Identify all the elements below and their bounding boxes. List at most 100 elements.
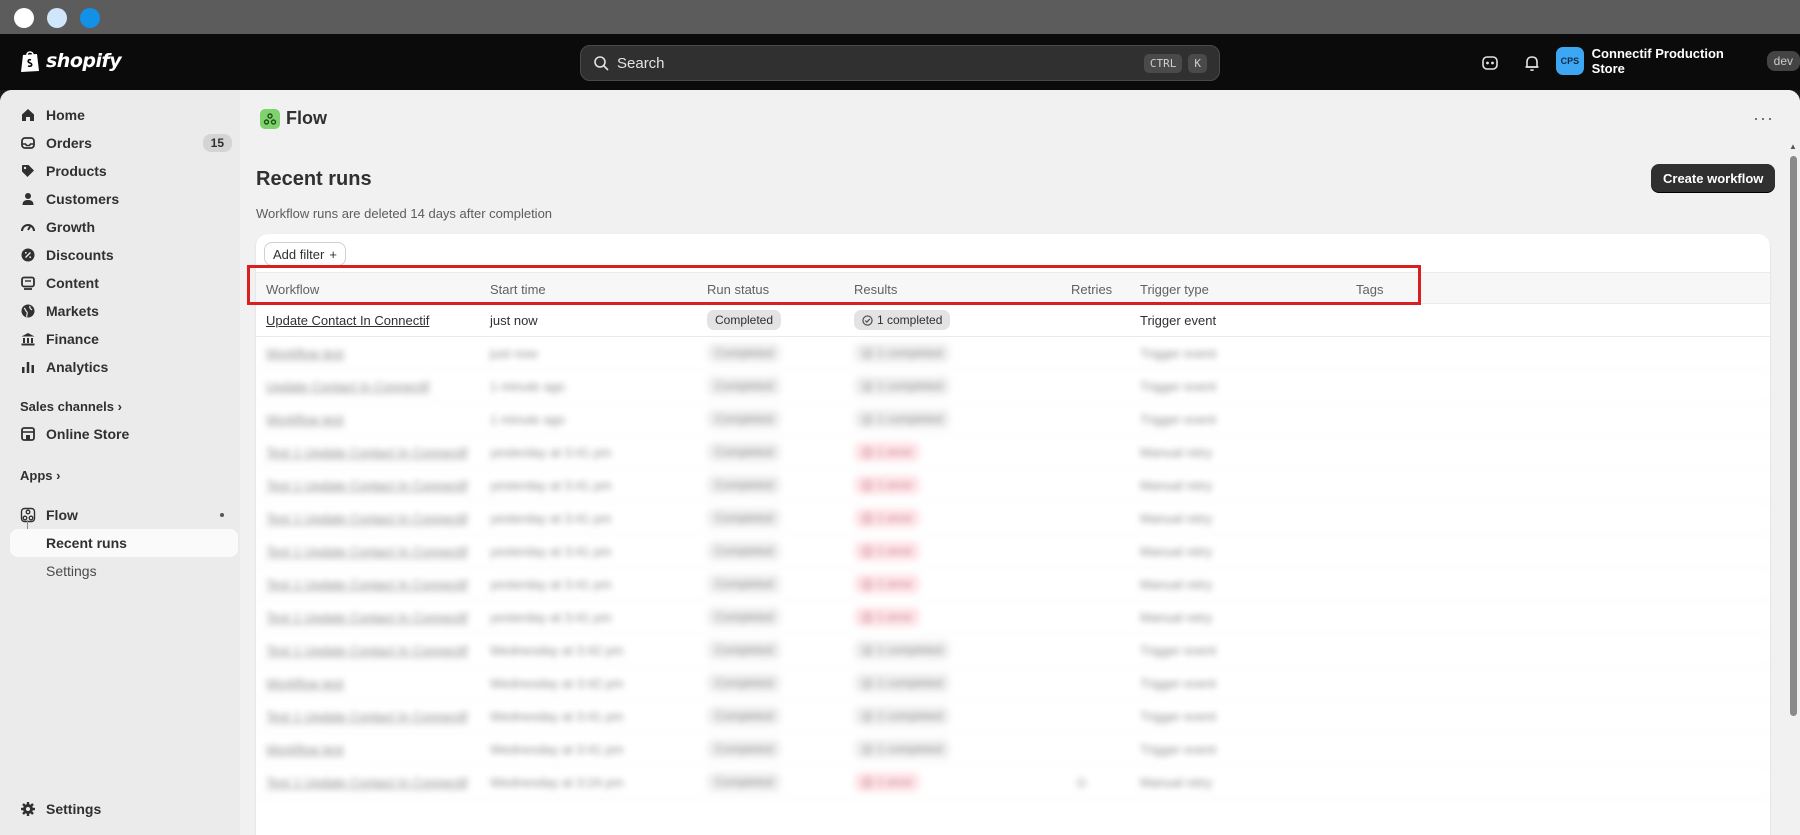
table-row[interactable]: Test 1 Update Contact In Connectif yester… (256, 502, 1770, 535)
start-time: yesterday at 3:41 pm (490, 478, 612, 493)
trigger-type: Manual retry (1140, 478, 1213, 493)
run-status-label: Completed (715, 313, 774, 327)
start-time: yesterday at 3:41 pm (490, 610, 612, 625)
add-filter-button[interactable]: Add filter + (264, 242, 346, 266)
workflow-link[interactable]: Test 1 Update Contact In Connectif (266, 544, 468, 559)
workflow-link[interactable]: Workflow test (266, 742, 344, 757)
sidebar-item-customers[interactable]: Customers (10, 185, 238, 213)
sidebar-item-growth[interactable]: Growth (10, 213, 238, 241)
results-label: 1 completed (877, 346, 943, 360)
trigger-type: Trigger event (1140, 412, 1217, 427)
workflow-link[interactable]: Test 1 Update Contact In Connectif (266, 610, 468, 625)
workflow-link[interactable]: Workflow test (266, 412, 344, 427)
sidekick-icon[interactable] (1480, 53, 1500, 73)
alert-circle-icon (862, 776, 873, 788)
results-label: 1 completed (877, 313, 943, 327)
sidebar-item-discounts[interactable]: Discounts (10, 241, 238, 269)
workflow-link[interactable]: Test 1 Update Contact In Connectif (266, 445, 468, 460)
sidebar-item-label: Settings (46, 801, 102, 817)
workflow-link[interactable]: Test 1 Update Contact In Connectif (266, 577, 468, 592)
start-time: Wednesday at 3:42 pm (490, 643, 624, 658)
apps-label: Apps (20, 468, 53, 483)
table-row[interactable]: Test 1 Update Contact In Connectif yester… (256, 469, 1770, 502)
workflow-link[interactable]: Workflow test (266, 676, 344, 691)
results-label: 1 completed (877, 709, 943, 723)
results-badge: 1 error (854, 475, 921, 495)
trigger-type: Manual retry (1140, 577, 1213, 592)
table-row[interactable]: Test 1 Update Contact In Connectif yester… (256, 535, 1770, 568)
sales-channels-section[interactable]: Sales channels › (20, 399, 122, 414)
scroll-up-icon[interactable]: ▲ (1789, 142, 1797, 151)
trigger-type: Trigger event (1140, 643, 1217, 658)
search-icon (594, 56, 609, 71)
table-row[interactable]: Test 1 Update Contact In Connectif Wednes… (256, 700, 1770, 733)
sidebar-item-home[interactable]: Home (10, 101, 238, 129)
sidebar-item-recent-runs[interactable]: Recent runs (10, 529, 238, 557)
sidebar-item-flow-settings[interactable]: Settings (10, 557, 238, 585)
scrollbar-thumb[interactable] (1790, 156, 1797, 716)
sidebar-item-markets[interactable]: Markets (10, 297, 238, 325)
table-row[interactable]: Update Contact In Connectif 1 minute ago C… (256, 370, 1770, 403)
table-row[interactable]: Workflow test Wednesday at 3:42 pm Complet… (256, 667, 1770, 700)
results-label: 1 error (877, 610, 913, 624)
workflow-link[interactable]: Test 1 Update Contact In Connectif (266, 478, 468, 493)
sidebar-item-content[interactable]: Content (10, 269, 238, 297)
alert-circle-icon (862, 479, 873, 491)
alert-circle-icon (862, 545, 873, 557)
sidebar-item-label: Discounts (46, 247, 114, 263)
results-badge: 1 error (854, 508, 921, 528)
pinned-dot (220, 513, 224, 517)
run-status-label: Completed (715, 478, 774, 492)
create-workflow-button[interactable]: Create workflow (1651, 164, 1776, 192)
table-row[interactable]: Workflow test 1 minute ago Completed 1 comp… (256, 403, 1770, 436)
sidebar-item-orders[interactable]: Orders 15 (10, 129, 238, 157)
workflow-link[interactable]: Test 1 Update Contact In Connectif (266, 775, 468, 790)
check-circle-icon (862, 644, 873, 656)
search-input[interactable]: Search CTRL K (580, 45, 1220, 81)
check-circle-icon (862, 710, 873, 722)
table-row[interactable]: Test 1 Update Contact In Connectif yester… (256, 436, 1770, 469)
check-circle-icon (862, 314, 873, 326)
sidebar-item-flow[interactable]: Flow (10, 501, 238, 529)
table-row[interactable]: Test 1 Update Contact In Connectif Wednes… (256, 634, 1770, 667)
results-label: 1 error (877, 775, 913, 789)
shopify-bag-icon (21, 51, 39, 72)
apps-section[interactable]: Apps › (20, 468, 60, 483)
sidebar-item-finance[interactable]: Finance (10, 325, 238, 353)
table-row[interactable]: Test 1 Update Contact In Connectif yester… (256, 601, 1770, 634)
sidebar-item-analytics[interactable]: Analytics (10, 353, 238, 381)
trigger-type: Manual retry (1140, 445, 1213, 460)
window-maximize-button[interactable] (80, 8, 100, 28)
run-status-label: Completed (715, 577, 774, 591)
sidebar-item-settings[interactable]: Settings (10, 795, 238, 823)
globe-icon (21, 304, 35, 318)
start-time: Wednesday at 3:41 pm (490, 742, 624, 757)
main-content: Flow ··· Recent runs Create workflow Wor… (240, 90, 1800, 835)
retries-value: ⊙ (1076, 775, 1087, 790)
check-circle-icon (862, 347, 873, 359)
table-row[interactable]: Test 1 Update Contact In Connectif Wednes… (256, 766, 1770, 799)
table-row[interactable]: Workflow test just now Completed 1 complete… (256, 337, 1770, 370)
store-switcher[interactable]: CPS Connectif Production Store dev (1556, 46, 1800, 76)
results-label: 1 completed (877, 412, 943, 426)
results-label: 1 error (877, 478, 913, 492)
workflow-link[interactable]: Test 1 Update Contact In Connectif (266, 511, 468, 526)
results-label: 1 completed (877, 676, 943, 690)
workflow-link[interactable]: Update Contact In Connectif (266, 313, 429, 328)
workflow-link[interactable]: Workflow test (266, 346, 344, 361)
orders-count-badge: 15 (202, 134, 232, 152)
shopify-logo[interactable]: shopify (20, 49, 122, 73)
table-row[interactable]: Test 1 Update Contact In Connectif yester… (256, 568, 1770, 601)
workflow-link[interactable]: Test 1 Update Contact In Connectif (266, 643, 468, 658)
more-actions-icon[interactable]: ··· (1753, 108, 1774, 129)
window-close-button[interactable] (14, 8, 34, 28)
table-row[interactable]: Update Contact In Connectif just now Compl… (256, 304, 1770, 337)
workflow-link[interactable]: Test 1 Update Contact In Connectif (266, 709, 468, 724)
scrollbar[interactable]: ▲ (1786, 142, 1800, 822)
sidebar-item-online-store[interactable]: Online Store (10, 420, 238, 448)
bell-icon[interactable] (1522, 53, 1542, 73)
table-row[interactable]: Workflow test Wednesday at 3:41 pm Complet… (256, 733, 1770, 766)
sidebar-item-products[interactable]: Products (10, 157, 238, 185)
window-minimize-button[interactable] (47, 8, 67, 28)
workflow-link[interactable]: Update Contact In Connectif (266, 379, 429, 394)
